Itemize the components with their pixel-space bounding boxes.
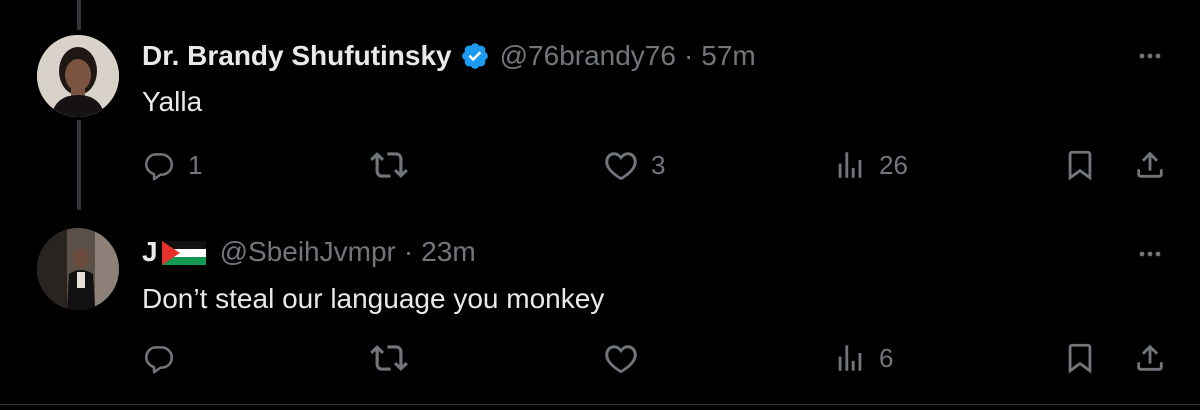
- tweet-header: Dr. Brandy Shufutinsky @76brandy76 · 57m: [142, 36, 756, 76]
- view-count: 26: [879, 149, 908, 180]
- user-handle[interactable]: @76brandy76: [500, 40, 676, 72]
- views-button[interactable]: 26: [833, 145, 908, 185]
- tweet[interactable]: Dr. Brandy Shufutinsky @76brandy76 · 57m…: [0, 0, 1200, 205]
- bookmark-icon: [1063, 148, 1097, 182]
- heart-icon: [603, 340, 639, 376]
- retweet-icon: [370, 339, 408, 377]
- verified-badge-icon[interactable]: [460, 41, 490, 71]
- share-icon: [1133, 341, 1167, 375]
- heart-icon: [603, 147, 639, 183]
- divider: [0, 404, 1200, 405]
- action-bar: 6: [0, 338, 1200, 378]
- reply-button[interactable]: [142, 338, 188, 378]
- retweet-button[interactable]: [370, 145, 420, 185]
- bookmark-button[interactable]: [1063, 145, 1097, 185]
- views-chart-icon: [833, 341, 867, 375]
- palestine-flag-icon: [161, 240, 206, 265]
- more-horizontal-icon[interactable]: [1133, 237, 1167, 271]
- tweet-text: Yalla: [142, 86, 203, 117]
- views-chart-icon: [833, 148, 867, 182]
- action-bar: 1 3 26: [0, 145, 1200, 185]
- retweet-icon: [370, 146, 408, 184]
- avatar[interactable]: [37, 35, 119, 117]
- like-button[interactable]: [603, 338, 651, 378]
- display-name[interactable]: Dr. Brandy Shufutinsky: [142, 40, 452, 72]
- share-icon: [1133, 148, 1167, 182]
- reply-icon: [142, 341, 176, 375]
- reply-button[interactable]: 1: [142, 145, 202, 185]
- separator-dot: ·: [403, 236, 414, 267]
- separator-dot: ·: [683, 40, 694, 71]
- views-button[interactable]: 6: [833, 338, 893, 378]
- avatar[interactable]: [37, 228, 119, 310]
- reply-icon: [142, 148, 176, 182]
- user-handle[interactable]: @SbeihJvmpr: [220, 236, 396, 268]
- like-count: 3: [651, 149, 666, 180]
- retweet-button[interactable]: [370, 338, 420, 378]
- timestamp[interactable]: 23m: [421, 236, 475, 268]
- more-horizontal-icon[interactable]: [1133, 39, 1167, 73]
- share-button[interactable]: [1133, 145, 1167, 185]
- reply-count: 1: [188, 149, 203, 180]
- tweet-header: J @SbeihJvmpr · 23m: [142, 232, 476, 272]
- view-count: 6: [879, 342, 894, 373]
- display-name[interactable]: J: [142, 236, 158, 268]
- bookmark-button[interactable]: [1063, 338, 1097, 378]
- tweet-text: Don’t steal our language you monkey: [142, 283, 605, 314]
- bookmark-icon: [1063, 341, 1097, 375]
- timestamp[interactable]: 57m: [701, 40, 755, 72]
- share-button[interactable]: [1133, 338, 1167, 378]
- tweet[interactable]: J @SbeihJvmpr · 23m Don’t steal our lang…: [0, 205, 1200, 405]
- like-button[interactable]: 3: [603, 145, 665, 185]
